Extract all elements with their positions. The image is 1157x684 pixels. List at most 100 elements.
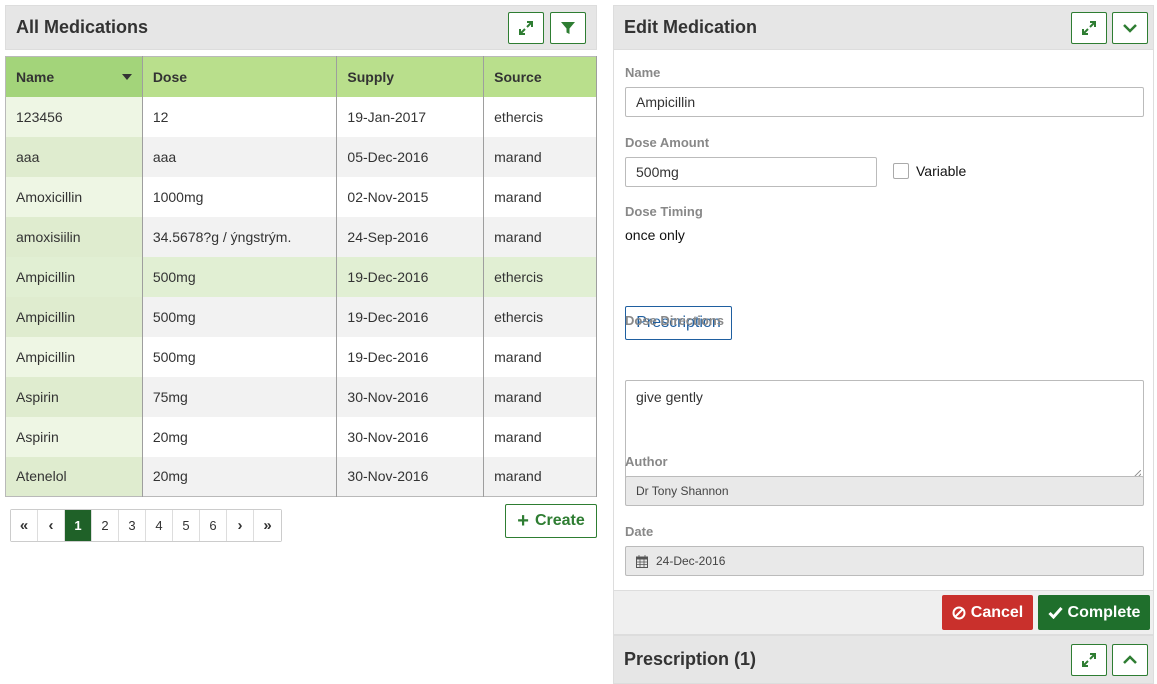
dose-directions-text: give gently xyxy=(636,389,703,405)
table-row[interactable]: Atenelol 20mg 30-Nov-2016 marand xyxy=(5,456,597,497)
prescription-panel-title: Prescription (1) xyxy=(624,649,757,669)
column-header-dose[interactable]: Dose xyxy=(142,56,338,97)
pagination: « ‹ 1 2 3 4 5 6 › » xyxy=(10,509,282,542)
expand-section-button[interactable] xyxy=(1112,644,1148,676)
cell-dose: 75mg xyxy=(142,376,338,417)
cell-dose: 20mg xyxy=(142,416,338,457)
cancel-button-label: Cancel xyxy=(970,603,1024,621)
prescription-expand-button[interactable] xyxy=(1071,644,1107,676)
date-value: 24-Dec-2016 xyxy=(656,554,726,568)
cell-supply: 19-Jan-2017 xyxy=(336,96,485,137)
column-header-name[interactable]: Name xyxy=(5,56,143,97)
page-button-1[interactable]: 1 xyxy=(65,510,92,541)
page-button-2[interactable]: 2 xyxy=(92,510,119,541)
table-row[interactable]: Ampicillin 500mg 19-Dec-2016 ethercis xyxy=(5,296,597,337)
cell-dose: 500mg xyxy=(142,336,338,377)
page-button-5[interactable]: 5 xyxy=(173,510,200,541)
cell-source: ethercis xyxy=(483,96,597,137)
edit-expand-button[interactable] xyxy=(1071,12,1107,44)
variable-checkbox[interactable] xyxy=(893,163,909,179)
dose-timing-value: once only xyxy=(625,227,685,243)
cell-supply: 19-Dec-2016 xyxy=(336,296,485,337)
cell-supply: 24-Sep-2016 xyxy=(336,216,485,257)
cell-name: Ampicillin xyxy=(5,296,143,337)
first-page-button[interactable]: « xyxy=(11,510,38,541)
edit-panel-title: Edit Medication xyxy=(624,17,758,37)
form-footer: Cancel Complete xyxy=(613,590,1154,635)
table-row[interactable]: Ampicillin 500mg 19-Dec-2016 ethercis xyxy=(5,256,597,297)
cell-source: marand xyxy=(483,456,597,497)
expand-button[interactable] xyxy=(508,12,544,44)
date-field: 24-Dec-2016 xyxy=(625,546,1144,576)
page-button-3[interactable]: 3 xyxy=(119,510,146,541)
list-panel-header: All Medications xyxy=(5,5,597,50)
plus-icon: + xyxy=(517,510,529,532)
medications-table: Name Dose Supply Source 123456 12 19-Jan-2… xyxy=(5,56,597,497)
edit-medication-form: Name Ampicillin Dose Amount 500mg Variab… xyxy=(613,50,1154,590)
last-page-button[interactable]: » xyxy=(254,510,281,541)
prescription-panel-header: Prescription (1) xyxy=(613,635,1154,684)
dose-timing-label: Dose Timing xyxy=(625,204,703,219)
expand-arrows-icon xyxy=(1082,21,1096,35)
cell-name: Ampicillin xyxy=(5,336,143,377)
cell-source: ethercis xyxy=(483,296,597,337)
medications-list-panel: All Medications Name Dose Supply Source xyxy=(5,5,597,542)
dose-directions-label: Dose Directions xyxy=(625,313,724,328)
expand-arrows-icon xyxy=(519,21,533,35)
cell-source: ethercis xyxy=(483,256,597,297)
table-row[interactable]: amoxisiilin 34.5678?g / ýngstrým. 24-Sep-2… xyxy=(5,216,597,257)
complete-button[interactable]: Complete xyxy=(1038,595,1150,630)
cell-dose: 34.5678?g / ýngstrým. xyxy=(142,216,338,257)
cancel-button[interactable]: Cancel xyxy=(942,595,1033,630)
ban-icon xyxy=(952,606,966,619)
expand-arrows-icon xyxy=(1082,653,1096,667)
calendar-icon xyxy=(636,554,648,568)
cell-source: marand xyxy=(483,136,597,177)
dose-amount-label: Dose Amount xyxy=(625,135,710,150)
table-body: 123456 12 19-Jan-2017 ethercis aaa aaa 05-Dec-… xyxy=(5,96,597,497)
next-page-button[interactable]: › xyxy=(227,510,254,541)
column-header-supply[interactable]: Supply xyxy=(336,56,485,97)
filter-button[interactable] xyxy=(550,12,586,44)
cell-source: marand xyxy=(483,216,597,257)
chevron-up-icon xyxy=(1123,655,1137,664)
cell-name: aaa xyxy=(5,136,143,177)
create-button[interactable]: + Create xyxy=(505,504,597,538)
table-row[interactable]: Amoxicillin 1000mg 02-Nov-2015 marand xyxy=(5,176,597,217)
list-panel-title: All Medications xyxy=(16,17,149,37)
cell-supply: 02-Nov-2015 xyxy=(336,176,485,217)
cell-dose: 12 xyxy=(142,96,338,137)
column-header-source[interactable]: Source xyxy=(483,56,597,97)
create-button-label: Create xyxy=(534,512,585,529)
name-input[interactable]: Ampicillin xyxy=(625,87,1144,117)
cell-supply: 19-Dec-2016 xyxy=(336,256,485,297)
table-row[interactable]: 123456 12 19-Jan-2017 ethercis xyxy=(5,96,597,137)
cell-dose: 500mg xyxy=(142,296,338,337)
page-button-4[interactable]: 4 xyxy=(146,510,173,541)
table-row[interactable]: Aspirin 20mg 30-Nov-2016 marand xyxy=(5,416,597,457)
check-icon xyxy=(1047,607,1063,619)
cell-supply: 30-Nov-2016 xyxy=(336,416,485,457)
date-label: Date xyxy=(625,524,654,539)
table-header-row: Name Dose Supply Source xyxy=(5,56,597,97)
cell-name: Amoxicillin xyxy=(5,176,143,217)
table-row[interactable]: Ampicillin 500mg 19-Dec-2016 marand xyxy=(5,336,597,377)
cell-name: Atenelol xyxy=(5,456,143,497)
author-field: Dr Tony Shannon xyxy=(625,476,1144,506)
author-label: Author xyxy=(625,454,668,469)
dose-amount-input[interactable]: 500mg xyxy=(625,157,877,187)
cell-dose: aaa xyxy=(142,136,338,177)
dose-directions-textarea[interactable]: give gently xyxy=(625,380,1144,481)
cell-name: Aspirin xyxy=(5,376,143,417)
filter-funnel-icon xyxy=(561,22,575,34)
table-row[interactable]: Aspirin 75mg 30-Nov-2016 marand xyxy=(5,376,597,417)
cell-dose: 20mg xyxy=(142,456,338,497)
page-button-6[interactable]: 6 xyxy=(200,510,227,541)
collapse-button[interactable] xyxy=(1112,12,1148,44)
cell-name: amoxisiilin xyxy=(5,216,143,257)
prev-page-button[interactable]: ‹ xyxy=(38,510,65,541)
table-row[interactable]: aaa aaa 05-Dec-2016 marand xyxy=(5,136,597,177)
cell-dose: 1000mg xyxy=(142,176,338,217)
cell-source: marand xyxy=(483,336,597,377)
cell-supply: 30-Nov-2016 xyxy=(336,456,485,497)
